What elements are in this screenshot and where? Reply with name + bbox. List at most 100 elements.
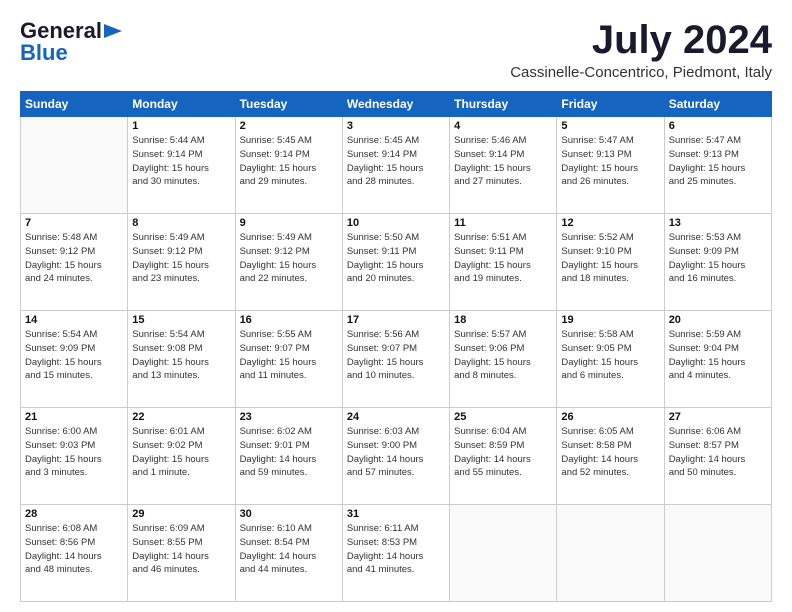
day-number: 23 bbox=[240, 411, 338, 423]
day-info: Sunrise: 5:57 AM Sunset: 9:06 PM Dayligh… bbox=[454, 328, 552, 383]
day-info: Sunrise: 6:00 AM Sunset: 9:03 PM Dayligh… bbox=[25, 425, 123, 480]
day-info: Sunrise: 5:54 AM Sunset: 9:08 PM Dayligh… bbox=[132, 328, 230, 383]
table-row: 1Sunrise: 5:44 AM Sunset: 9:14 PM Daylig… bbox=[128, 117, 235, 214]
day-number: 5 bbox=[561, 120, 659, 132]
day-info: Sunrise: 5:56 AM Sunset: 9:07 PM Dayligh… bbox=[347, 328, 445, 383]
day-number: 8 bbox=[132, 217, 230, 229]
calendar-week-row: 1Sunrise: 5:44 AM Sunset: 9:14 PM Daylig… bbox=[21, 117, 772, 214]
logo-arrow-icon bbox=[104, 24, 122, 38]
day-info: Sunrise: 6:03 AM Sunset: 9:00 PM Dayligh… bbox=[347, 425, 445, 480]
day-number: 6 bbox=[669, 120, 767, 132]
col-wednesday: Wednesday bbox=[342, 92, 449, 117]
table-row: 29 Sunrise: 6:09 AM Sunset: 8:55 PM Dayli… bbox=[128, 505, 235, 602]
day-info: Sunrise: 5:47 AM Sunset: 9:13 PM Dayligh… bbox=[561, 134, 659, 189]
day-info: Sunrise: 5:45 AM Sunset: 9:14 PM Dayligh… bbox=[240, 134, 338, 189]
calendar-week-row: 21 Sunrise: 6:00 AM Sunset: 9:03 PM Dayli… bbox=[21, 408, 772, 505]
day-info: Sunrise: 6:09 AM Sunset: 8:55 PM Dayligh… bbox=[132, 522, 230, 577]
day-number: 29 bbox=[132, 508, 230, 520]
table-row: 14 Sunrise: 5:54 AM Sunset: 9:09 PM Dayli… bbox=[21, 311, 128, 408]
calendar-table: Sunday Monday Tuesday Wednesday Thursday… bbox=[20, 91, 772, 602]
day-number: 20 bbox=[669, 314, 767, 326]
day-number: 10 bbox=[347, 217, 445, 229]
logo: General Blue bbox=[20, 18, 122, 66]
day-info: Sunrise: 5:48 AM Sunset: 9:12 PM Dayligh… bbox=[25, 231, 123, 286]
day-info: Sunrise: 6:05 AM Sunset: 8:58 PM Dayligh… bbox=[561, 425, 659, 480]
table-row: 10 Sunrise: 5:50 AM Sunset: 9:11 PM Dayli… bbox=[342, 214, 449, 311]
day-info: Sunrise: 5:54 AM Sunset: 9:09 PM Dayligh… bbox=[25, 328, 123, 383]
day-number: 16 bbox=[240, 314, 338, 326]
day-number: 7 bbox=[25, 217, 123, 229]
day-info: Sunrise: 5:47 AM Sunset: 9:13 PM Dayligh… bbox=[669, 134, 767, 189]
table-row: 2Sunrise: 5:45 AM Sunset: 9:14 PM Daylig… bbox=[235, 117, 342, 214]
location: Cassinelle-Concentrico, Piedmont, Italy bbox=[510, 64, 772, 81]
table-row: 31 Sunrise: 6:11 AM Sunset: 8:53 PM Dayli… bbox=[342, 505, 449, 602]
table-row: 16 Sunrise: 5:55 AM Sunset: 9:07 PM Dayli… bbox=[235, 311, 342, 408]
day-info: Sunrise: 6:10 AM Sunset: 8:54 PM Dayligh… bbox=[240, 522, 338, 577]
table-row bbox=[664, 505, 771, 602]
table-row: 9 Sunrise: 5:49 AM Sunset: 9:12 PM Daylig… bbox=[235, 214, 342, 311]
calendar-header-row: Sunday Monday Tuesday Wednesday Thursday… bbox=[21, 92, 772, 117]
table-row bbox=[557, 505, 664, 602]
table-row: 12 Sunrise: 5:52 AM Sunset: 9:10 PM Dayli… bbox=[557, 214, 664, 311]
day-number: 3 bbox=[347, 120, 445, 132]
col-sunday: Sunday bbox=[21, 92, 128, 117]
table-row: 18 Sunrise: 5:57 AM Sunset: 9:06 PM Dayli… bbox=[450, 311, 557, 408]
day-number: 25 bbox=[454, 411, 552, 423]
day-info: Sunrise: 5:49 AM Sunset: 9:12 PM Dayligh… bbox=[132, 231, 230, 286]
table-row: 22 Sunrise: 6:01 AM Sunset: 9:02 PM Dayli… bbox=[128, 408, 235, 505]
day-number: 19 bbox=[561, 314, 659, 326]
day-number: 12 bbox=[561, 217, 659, 229]
calendar-week-row: 14 Sunrise: 5:54 AM Sunset: 9:09 PM Dayli… bbox=[21, 311, 772, 408]
day-number: 1 bbox=[132, 120, 230, 132]
day-number: 28 bbox=[25, 508, 123, 520]
day-info: Sunrise: 6:01 AM Sunset: 9:02 PM Dayligh… bbox=[132, 425, 230, 480]
day-info: Sunrise: 6:08 AM Sunset: 8:56 PM Dayligh… bbox=[25, 522, 123, 577]
table-row bbox=[21, 117, 128, 214]
day-number: 14 bbox=[25, 314, 123, 326]
day-info: Sunrise: 5:45 AM Sunset: 9:14 PM Dayligh… bbox=[347, 134, 445, 189]
table-row: 27Sunrise: 6:06 AM Sunset: 8:57 PM Dayli… bbox=[664, 408, 771, 505]
day-number: 26 bbox=[561, 411, 659, 423]
day-info: Sunrise: 6:04 AM Sunset: 8:59 PM Dayligh… bbox=[454, 425, 552, 480]
col-saturday: Saturday bbox=[664, 92, 771, 117]
logo-blue: Blue bbox=[20, 40, 68, 66]
table-row: 24 Sunrise: 6:03 AM Sunset: 9:00 PM Dayli… bbox=[342, 408, 449, 505]
day-number: 17 bbox=[347, 314, 445, 326]
day-info: Sunrise: 6:11 AM Sunset: 8:53 PM Dayligh… bbox=[347, 522, 445, 577]
table-row: 26 Sunrise: 6:05 AM Sunset: 8:58 PM Dayli… bbox=[557, 408, 664, 505]
day-number: 18 bbox=[454, 314, 552, 326]
day-info: Sunrise: 6:06 AM Sunset: 8:57 PM Dayligh… bbox=[669, 425, 767, 480]
table-row: 30Sunrise: 6:10 AM Sunset: 8:54 PM Dayli… bbox=[235, 505, 342, 602]
day-number: 31 bbox=[347, 508, 445, 520]
day-info: Sunrise: 5:51 AM Sunset: 9:11 PM Dayligh… bbox=[454, 231, 552, 286]
table-row: 21 Sunrise: 6:00 AM Sunset: 9:03 PM Dayli… bbox=[21, 408, 128, 505]
table-row: 5 Sunrise: 5:47 AM Sunset: 9:13 PM Daylig… bbox=[557, 117, 664, 214]
table-row: 25 Sunrise: 6:04 AM Sunset: 8:59 PM Dayli… bbox=[450, 408, 557, 505]
day-info: Sunrise: 5:50 AM Sunset: 9:11 PM Dayligh… bbox=[347, 231, 445, 286]
col-tuesday: Tuesday bbox=[235, 92, 342, 117]
col-monday: Monday bbox=[128, 92, 235, 117]
day-number: 13 bbox=[669, 217, 767, 229]
day-number: 22 bbox=[132, 411, 230, 423]
day-info: Sunrise: 5:55 AM Sunset: 9:07 PM Dayligh… bbox=[240, 328, 338, 383]
day-info: Sunrise: 5:58 AM Sunset: 9:05 PM Dayligh… bbox=[561, 328, 659, 383]
day-number: 21 bbox=[25, 411, 123, 423]
table-row: 17 Sunrise: 5:56 AM Sunset: 9:07 PM Dayli… bbox=[342, 311, 449, 408]
table-row: 4Sunrise: 5:46 AM Sunset: 9:14 PM Daylig… bbox=[450, 117, 557, 214]
day-info: Sunrise: 5:52 AM Sunset: 9:10 PM Dayligh… bbox=[561, 231, 659, 286]
table-row: 13Sunrise: 5:53 AM Sunset: 9:09 PM Dayli… bbox=[664, 214, 771, 311]
calendar-week-row: 7 Sunrise: 5:48 AM Sunset: 9:12 PM Daylig… bbox=[21, 214, 772, 311]
day-info: Sunrise: 6:02 AM Sunset: 9:01 PM Dayligh… bbox=[240, 425, 338, 480]
table-row: 28 Sunrise: 6:08 AM Sunset: 8:56 PM Dayli… bbox=[21, 505, 128, 602]
day-info: Sunrise: 5:59 AM Sunset: 9:04 PM Dayligh… bbox=[669, 328, 767, 383]
day-info: Sunrise: 5:49 AM Sunset: 9:12 PM Dayligh… bbox=[240, 231, 338, 286]
col-friday: Friday bbox=[557, 92, 664, 117]
header: General Blue July 2024 Cassinelle-Concen… bbox=[20, 18, 772, 81]
day-number: 11 bbox=[454, 217, 552, 229]
day-number: 4 bbox=[454, 120, 552, 132]
table-row: 8 Sunrise: 5:49 AM Sunset: 9:12 PM Daylig… bbox=[128, 214, 235, 311]
day-number: 9 bbox=[240, 217, 338, 229]
col-thursday: Thursday bbox=[450, 92, 557, 117]
month-title: July 2024 bbox=[510, 18, 772, 62]
day-number: 24 bbox=[347, 411, 445, 423]
